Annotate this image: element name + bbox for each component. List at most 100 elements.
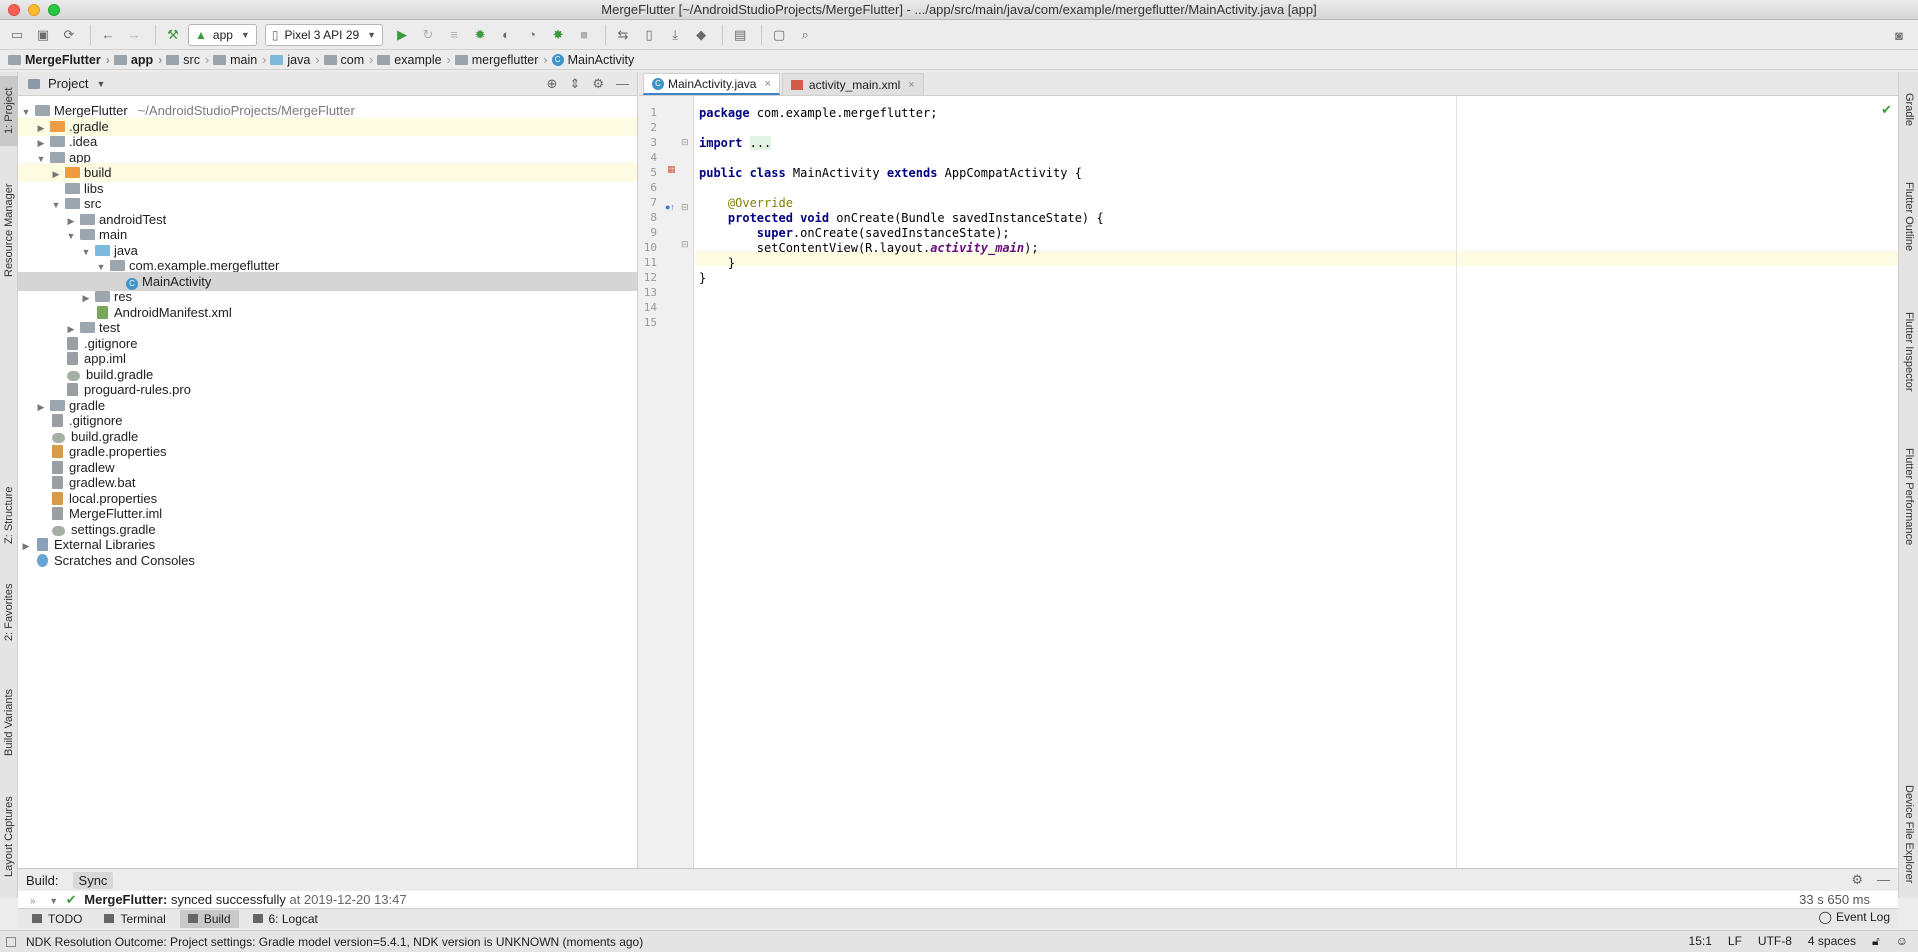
search-icon[interactable]: ⌕	[794, 24, 816, 46]
line-number: 3	[650, 136, 657, 149]
coverage-icon[interactable]: ◐	[495, 24, 517, 46]
tab-build-variants[interactable]: Build Variants	[0, 672, 18, 772]
layout-inspector-icon[interactable]: ▢	[768, 24, 790, 46]
tab-terminal[interactable]: Terminal	[96, 910, 173, 928]
file-icon	[52, 460, 63, 474]
user-icon[interactable]: ◙	[1888, 24, 1910, 46]
tab-flutter-performance[interactable]: Flutter Performance	[1900, 422, 1918, 572]
hide-icon[interactable]: —	[616, 76, 629, 92]
tab-main-activity[interactable]: C MainActivity.java ×	[643, 73, 780, 95]
breadcrumb-item[interactable]: example ›	[377, 53, 451, 67]
tab-project[interactable]: 1: Project	[0, 76, 18, 146]
expand-icon[interactable]: »	[30, 896, 36, 907]
sync-tab[interactable]: Sync	[72, 871, 114, 889]
make-project-icon[interactable]: ⚒	[162, 24, 184, 46]
profile-icon[interactable]: ◔	[521, 24, 543, 46]
override-marker-icon[interactable]: ●↑	[665, 202, 675, 212]
tab-favorites[interactable]: 2: Favorites	[0, 572, 18, 652]
folder-icon	[95, 244, 110, 256]
window-minimize-button[interactable]	[28, 4, 40, 16]
class-icon: C	[652, 77, 664, 90]
breadcrumb-item[interactable]: java ›	[270, 53, 320, 67]
project-structure-icon[interactable]: ▤	[729, 24, 751, 46]
window-maximize-button[interactable]	[48, 4, 60, 16]
build-result-row[interactable]: » ▼ ✔ MergeFlutter: synced successfully …	[18, 891, 1898, 909]
sync-icon[interactable]: ⟳	[58, 24, 80, 46]
window-close-button[interactable]	[8, 4, 20, 16]
status-bar: NDK Resolution Outcome: Project settings…	[0, 930, 1918, 952]
tab-activity-main-xml[interactable]: activity_main.xml ×	[781, 73, 924, 95]
cursor-position[interactable]: 15:1	[1689, 934, 1712, 949]
sdk-manager-icon[interactable]: ⤓	[664, 24, 686, 46]
indent-setting[interactable]: 4 spaces	[1808, 934, 1856, 949]
file-icon	[67, 352, 78, 365]
chevron-down-icon[interactable]: ▼	[49, 896, 58, 906]
layout-marker-icon[interactable]: ▦	[667, 164, 676, 175]
device-select[interactable]: ▯ Pixel 3 API 29 ▼	[264, 23, 384, 46]
forward-icon[interactable]: →	[123, 24, 145, 46]
folder-icon	[65, 167, 80, 178]
back-icon[interactable]: ←	[97, 24, 119, 46]
gear-icon[interactable]: ⚙	[1851, 872, 1863, 888]
file-encoding[interactable]: UTF-8	[1758, 934, 1792, 949]
tree-item[interactable]: Scratches and Consoles	[18, 551, 637, 570]
line-number: 4	[650, 151, 657, 164]
chevron-down-icon[interactable]: ▼	[96, 79, 105, 89]
sync-gradle-icon[interactable]: ⇆	[612, 24, 634, 46]
file-icon	[52, 414, 63, 427]
run-config-select[interactable]: ▲ app ▼	[188, 23, 257, 46]
close-icon[interactable]: ×	[908, 79, 914, 91]
tab-build[interactable]: Build	[179, 909, 239, 928]
locate-icon[interactable]: ⊕	[547, 76, 558, 92]
save-icon[interactable]: ▣	[32, 24, 54, 46]
fold-icon[interactable]: ⊟	[681, 202, 689, 213]
line-number: 11	[643, 256, 657, 269]
tab-flutter-inspector[interactable]: Flutter Inspector	[1900, 287, 1918, 417]
tab-structure[interactable]: Z: Structure	[0, 472, 18, 558]
gradle-file-icon	[52, 525, 65, 536]
project-panel: Project ▼ ⊕ ⇕ ⚙ — ▼ MergeFlutter ~/Android…	[18, 72, 638, 868]
breadcrumb-item[interactable]: src ›	[166, 53, 209, 67]
apply-code-changes-icon[interactable]: ≡	[443, 24, 465, 46]
inspector-icon[interactable]: ☺︎	[1896, 934, 1908, 949]
code-area[interactable]: package com.example.mergeflutter; import…	[695, 96, 1898, 868]
lock-icon[interactable]: 🔓︎	[1872, 934, 1880, 949]
gear-icon[interactable]: ⚙	[592, 76, 604, 92]
event-log-button[interactable]: ◯ Event Log	[1819, 910, 1890, 924]
tab-logcat[interactable]: 6: Logcat	[245, 910, 326, 928]
collapse-all-icon[interactable]: ⇕	[569, 76, 580, 92]
tab-device-file-explorer[interactable]: Device File Explorer	[1900, 772, 1918, 896]
tab-gradle[interactable]: Gradle	[1900, 80, 1918, 140]
breadcrumb-item[interactable]: app ›	[113, 53, 162, 67]
close-icon[interactable]: ×	[764, 78, 770, 90]
project-panel-header[interactable]: Project ▼ ⊕ ⇕ ⚙ —	[18, 72, 637, 96]
left-tool-strip: 1: Project Resource Manager Z: Structure…	[0, 72, 18, 898]
breadcrumb-item[interactable]: MergeFlutter ›	[8, 53, 110, 67]
fold-icon[interactable]: ⊟	[681, 239, 689, 250]
debug-icon[interactable]: ✹	[469, 24, 491, 46]
tab-todo[interactable]: TODO	[24, 910, 90, 928]
tab-flutter-outline[interactable]: Flutter Outline	[1900, 157, 1918, 277]
breadcrumb-item[interactable]: C MainActivity	[551, 53, 634, 67]
breadcrumb-item[interactable]: main ›	[213, 53, 266, 67]
build-panel-header: Build: Sync ⚙ —	[18, 869, 1898, 891]
avd-manager-icon[interactable]: ▯	[638, 24, 660, 46]
tab-resource-manager[interactable]: Resource Manager	[0, 170, 18, 290]
attach-debugger-icon[interactable]: ✸	[547, 24, 569, 46]
flutter-icon[interactable]: ◆	[690, 24, 712, 46]
breadcrumb: MergeFlutter › app › src › main › java › com ›…	[0, 50, 1918, 70]
breadcrumb-item[interactable]: com ›	[323, 53, 373, 67]
apply-changes-icon[interactable]: ↻	[417, 24, 439, 46]
hide-icon[interactable]: —	[1877, 872, 1890, 888]
folder-icon	[50, 399, 65, 411]
stop-icon[interactable]: ■	[573, 24, 595, 46]
fold-icon[interactable]: ⊟	[681, 137, 689, 148]
tab-layout-captures[interactable]: Layout Captures	[0, 782, 18, 892]
open-folder-icon[interactable]: ▭	[6, 24, 28, 46]
run-icon[interactable]: ▶	[391, 24, 413, 46]
tool-windows-icon[interactable]	[6, 936, 16, 947]
status-message[interactable]: NDK Resolution Outcome: Project settings…	[26, 935, 643, 949]
breadcrumb-item[interactable]: mergeflutter ›	[454, 53, 548, 67]
folder-icon	[50, 120, 65, 132]
line-separator[interactable]: LF	[1728, 934, 1742, 949]
